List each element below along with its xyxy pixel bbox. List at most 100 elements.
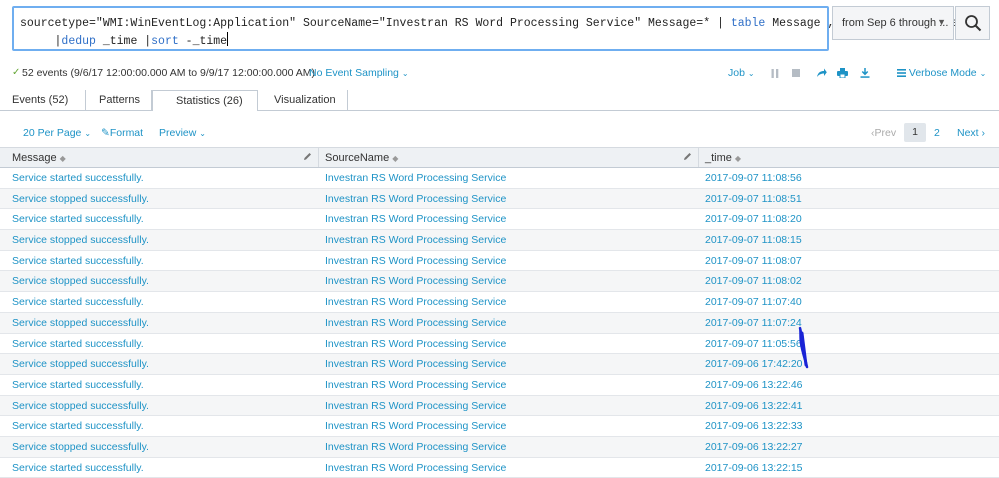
pager-prev-label: Prev [874,127,897,139]
table-row: Service started successfully. Investran R… [0,168,999,189]
message-cell[interactable]: Service started successfully. [12,296,144,308]
table-row: Service started successfully. Investran R… [0,209,999,231]
table-row: Service started successfully. Investran R… [0,458,999,478]
message-cell[interactable]: Service stopped successfully. [12,234,149,246]
per-page-dropdown[interactable]: 20 Per Page ⌄ [23,127,91,139]
job-menu[interactable]: Job ⌄ [728,67,755,79]
preview-dropdown[interactable]: Preview ⌄ [159,127,206,139]
tab-events[interactable]: Events (52) [0,90,86,110]
tab-patterns[interactable]: Patterns [86,90,152,110]
tab-label: Statistics (26) [176,95,243,107]
query-text-segment: -_time [178,35,228,48]
tab-label: Events (52) [12,94,69,106]
message-cell[interactable]: Service stopped successfully. [12,275,149,287]
table-row: Service stopped successfully. Investran R… [0,271,999,293]
statistics-table: Message ◆ SourceName ◆ _time ◆ Service star… [0,147,999,478]
edit-column-icon[interactable] [683,152,692,164]
pager-next-button[interactable]: Next › [957,127,985,139]
message-cell[interactable]: Service started successfully. [12,379,144,391]
time-cell[interactable]: 2017-09-07 11:05:56 [705,338,802,350]
column-header-message[interactable]: Message ◆ [0,148,319,167]
message-cell[interactable]: Service stopped successfully. [12,193,149,205]
search-button[interactable] [955,6,990,40]
time-cell[interactable]: 2017-09-06 13:22:46 [705,379,803,391]
tab-statistics[interactable]: Statistics (26) [152,90,258,111]
search-mode-dropdown[interactable]: Verbose Mode ⌄ [897,67,986,79]
pager-prev-button[interactable]: ‹Prev [871,127,896,139]
chevron-down-icon: ⌄ [84,129,92,138]
job-label: Job [728,67,745,79]
hand-drawn-annotation [798,326,809,369]
table-row: Service started successfully. Investran R… [0,334,999,355]
query-text-segment: sourcetype="WMI:WinEventLog:Application"… [20,17,731,30]
table-row: Service stopped successfully. Investran R… [0,395,999,417]
message-cell[interactable]: Service started successfully. [12,255,144,267]
time-cell[interactable]: 2017-09-06 13:22:33 [705,420,803,432]
message-cell[interactable]: Service started successfully. [12,462,144,474]
sourcename-cell[interactable]: Investran RS Word Processing Service [325,193,506,205]
pause-button[interactable] [768,66,782,80]
query-text-segment: _time | [95,35,152,48]
sourcename-cell[interactable]: Investran RS Word Processing Service [325,420,506,432]
time-cell[interactable]: 2017-09-07 11:08:51 [705,193,802,205]
sourcename-cell[interactable]: Investran RS Word Processing Service [325,379,506,391]
time-cell[interactable]: 2017-09-07 11:08:15 [705,234,802,246]
pager-page-2[interactable]: 2 [934,127,940,139]
share-button[interactable] [814,66,828,80]
sourcename-cell[interactable]: Investran RS Word Processing Service [325,358,506,370]
sourcename-cell[interactable]: Investran RS Word Processing Service [325,172,506,184]
format-label: Format [109,127,144,139]
event-sampling-label: No Event Sampling [309,67,399,79]
sourcename-cell[interactable]: Investran RS Word Processing Service [325,338,506,350]
event-sampling-dropdown[interactable]: No Event Sampling ⌄ [309,67,409,79]
time-cell[interactable]: 2017-09-07 11:08:56 [705,172,802,184]
message-cell[interactable]: Service stopped successfully. [12,317,149,329]
search-input[interactable]: sourcetype="WMI:WinEventLog:Application"… [12,6,959,51]
sourcename-cell[interactable]: Investran RS Word Processing Service [325,213,506,225]
message-cell[interactable]: Service stopped successfully. [12,400,149,412]
print-icon [836,68,848,78]
stop-icon [792,69,800,77]
chevron-down-icon: ⌄ [979,69,987,78]
time-cell[interactable]: 2017-09-07 11:08:02 [705,275,802,287]
time-cell[interactable]: 2017-09-06 13:22:15 [705,462,803,474]
sourcename-cell[interactable]: Investran RS Word Processing Service [325,317,506,329]
message-cell[interactable]: Service stopped successfully. [12,441,149,453]
message-cell[interactable]: Service started successfully. [12,172,144,184]
table-row: Service started successfully. Investran R… [0,292,999,313]
chevron-down-icon: ⌄ [199,129,206,138]
column-header-label: Message [12,152,57,164]
time-range-picker[interactable]: from Sep 6 through ... ▼ [832,6,954,40]
sort-icon: ◆ [59,154,66,163]
sourcename-cell[interactable]: Investran RS Word Processing Service [325,275,506,287]
sourcename-cell[interactable]: Investran RS Word Processing Service [325,255,506,267]
sourcename-cell[interactable]: Investran RS Word Processing Service [325,462,506,474]
column-header-time[interactable]: _time ◆ [699,148,999,167]
time-cell[interactable]: 2017-09-07 11:07:24 [705,317,802,329]
message-cell[interactable]: Service started successfully. [12,213,144,225]
time-cell[interactable]: 2017-09-06 13:22:27 [705,441,803,453]
query-keyword-dedup: dedup [61,35,96,48]
format-dropdown[interactable]: ✎Format [101,127,143,139]
column-header-sourcename[interactable]: SourceName ◆ [319,148,699,167]
sourcename-cell[interactable]: Investran RS Word Processing Service [325,234,506,246]
message-cell[interactable]: Service started successfully. [12,420,144,432]
time-cell[interactable]: 2017-09-07 11:08:20 [705,213,802,225]
stop-button[interactable] [789,66,803,80]
sourcename-cell[interactable]: Investran RS Word Processing Service [325,441,506,453]
time-cell[interactable]: 2017-09-07 11:07:40 [705,296,802,308]
edit-column-icon[interactable] [303,152,312,164]
export-button[interactable] [858,66,872,80]
print-button[interactable] [835,66,849,80]
tab-visualization[interactable]: Visualization [258,90,348,110]
sourcename-cell[interactable]: Investran RS Word Processing Service [325,296,506,308]
table-body: Service started successfully. Investran R… [0,168,999,478]
sourcename-cell[interactable]: Investran RS Word Processing Service [325,400,506,412]
message-cell[interactable]: Service stopped successfully. [12,358,149,370]
time-cell[interactable]: 2017-09-07 11:08:07 [705,255,802,267]
time-cell[interactable]: 2017-09-06 17:42:20 [705,358,803,370]
pager-page-1[interactable]: 1 [904,123,926,142]
search-query-text[interactable]: sourcetype="WMI:WinEventLog:Application"… [20,15,959,50]
time-cell[interactable]: 2017-09-06 13:22:41 [705,400,803,412]
message-cell[interactable]: Service started successfully. [12,338,144,350]
